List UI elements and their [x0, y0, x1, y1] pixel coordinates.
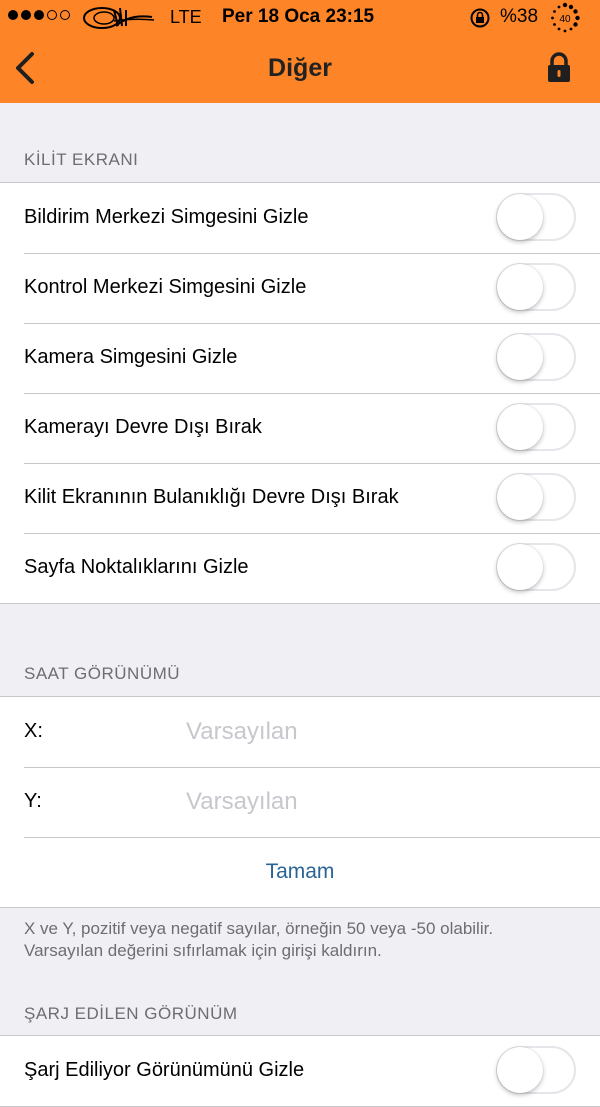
battery-ring-icon: 40 [551, 2, 580, 33]
signal-dot [8, 10, 18, 20]
navigation-bar: Diğer [0, 36, 600, 103]
toggle-knob [497, 194, 543, 240]
toggle-knob [497, 474, 543, 520]
toggle-knob [497, 544, 543, 590]
done-button[interactable]: Tamam [0, 860, 600, 884]
battery-percent: %38 [500, 6, 539, 27]
toggle-knob [497, 404, 543, 450]
hide-charging-view-toggle[interactable] [496, 1046, 576, 1094]
clock-view-footer-note: X ve Y, pozitif veya negatif sayılar, ör… [24, 919, 494, 960]
setting-label: Bildirim Merkezi Simgesini Gizle [24, 206, 309, 228]
section-header-clock-view: SAAT GÖRÜNÜMÜ [24, 664, 181, 683]
setting-row-hide-page-dots: Sayfa Noktalıklarını Gizle [0, 533, 600, 603]
rotation-lock-icon [470, 8, 490, 28]
clock-view-group: X: Y: Tamam [0, 696, 600, 908]
status-time: Per 18 Oca 23:15 [222, 6, 375, 27]
status-bar: LTE Per 18 Oca 23:15 %38 40 [0, 0, 600, 36]
charging-view-group: Şarj Ediliyor Görünümünü Gizle [0, 1035, 600, 1107]
hide-notification-center-toggle[interactable] [496, 193, 576, 241]
signal-dot [21, 10, 31, 20]
battery-ring-label: 40 [559, 14, 571, 25]
signal-strength-indicator [8, 10, 70, 20]
signal-dot-empty [47, 10, 57, 20]
setting-label: Şarj Ediliyor Görünümünü Gizle [24, 1059, 305, 1081]
toggle-knob [497, 264, 543, 310]
hide-control-center-toggle[interactable] [496, 263, 576, 311]
clock-x-label: X: [24, 720, 43, 742]
setting-row-hide-charging-view: Şarj Ediliyor Görünümünü Gizle [0, 1036, 600, 1106]
clock-y-row: Y: [0, 767, 600, 837]
clock-x-input[interactable] [184, 711, 578, 753]
disable-lockscreen-blur-toggle[interactable] [496, 473, 576, 521]
setting-row-hide-control-center: Kontrol Merkezi Simgesini Gizle [0, 253, 600, 323]
lock-icon[interactable] [544, 51, 574, 85]
signal-dot-empty [60, 10, 70, 20]
section-header-lock-screen: KİLİT EKRANI [24, 150, 139, 169]
done-row: Tamam [0, 837, 600, 907]
carrier-logo-icon [83, 7, 154, 29]
setting-label: Kamerayı Devre Dışı Bırak [24, 416, 262, 438]
clock-y-label: Y: [24, 790, 42, 812]
signal-dot [34, 10, 44, 20]
hide-camera-icon-toggle[interactable] [496, 333, 576, 381]
network-type: LTE [170, 7, 202, 27]
lock-screen-settings-group: Bildirim Merkezi Simgesini Gizle Kontrol… [0, 182, 600, 604]
setting-row-hide-camera-icon: Kamera Simgesini Gizle [0, 323, 600, 393]
setting-label: Kilit Ekranının Bulanıklığı Devre Dışı B… [24, 486, 399, 508]
disable-camera-toggle[interactable] [496, 403, 576, 451]
setting-row-disable-lockscreen-blur: Kilit Ekranının Bulanıklığı Devre Dışı B… [0, 463, 600, 533]
setting-label: Kamera Simgesini Gizle [24, 346, 238, 368]
setting-row-hide-notification-center: Bildirim Merkezi Simgesini Gizle [0, 183, 600, 253]
clock-y-input[interactable] [184, 781, 578, 823]
setting-row-disable-camera: Kamerayı Devre Dışı Bırak [0, 393, 600, 463]
section-header-charging-view: ŞARJ EDİLEN GÖRÜNÜM [24, 1004, 238, 1023]
clock-x-row: X: [0, 697, 600, 767]
hide-page-dots-toggle[interactable] [496, 543, 576, 591]
page-title: Diğer [268, 54, 332, 82]
setting-label: Kontrol Merkezi Simgesini Gizle [24, 276, 307, 298]
setting-label: Sayfa Noktalıklarını Gizle [24, 556, 249, 578]
toggle-knob [497, 334, 543, 380]
toggle-knob [497, 1047, 543, 1093]
